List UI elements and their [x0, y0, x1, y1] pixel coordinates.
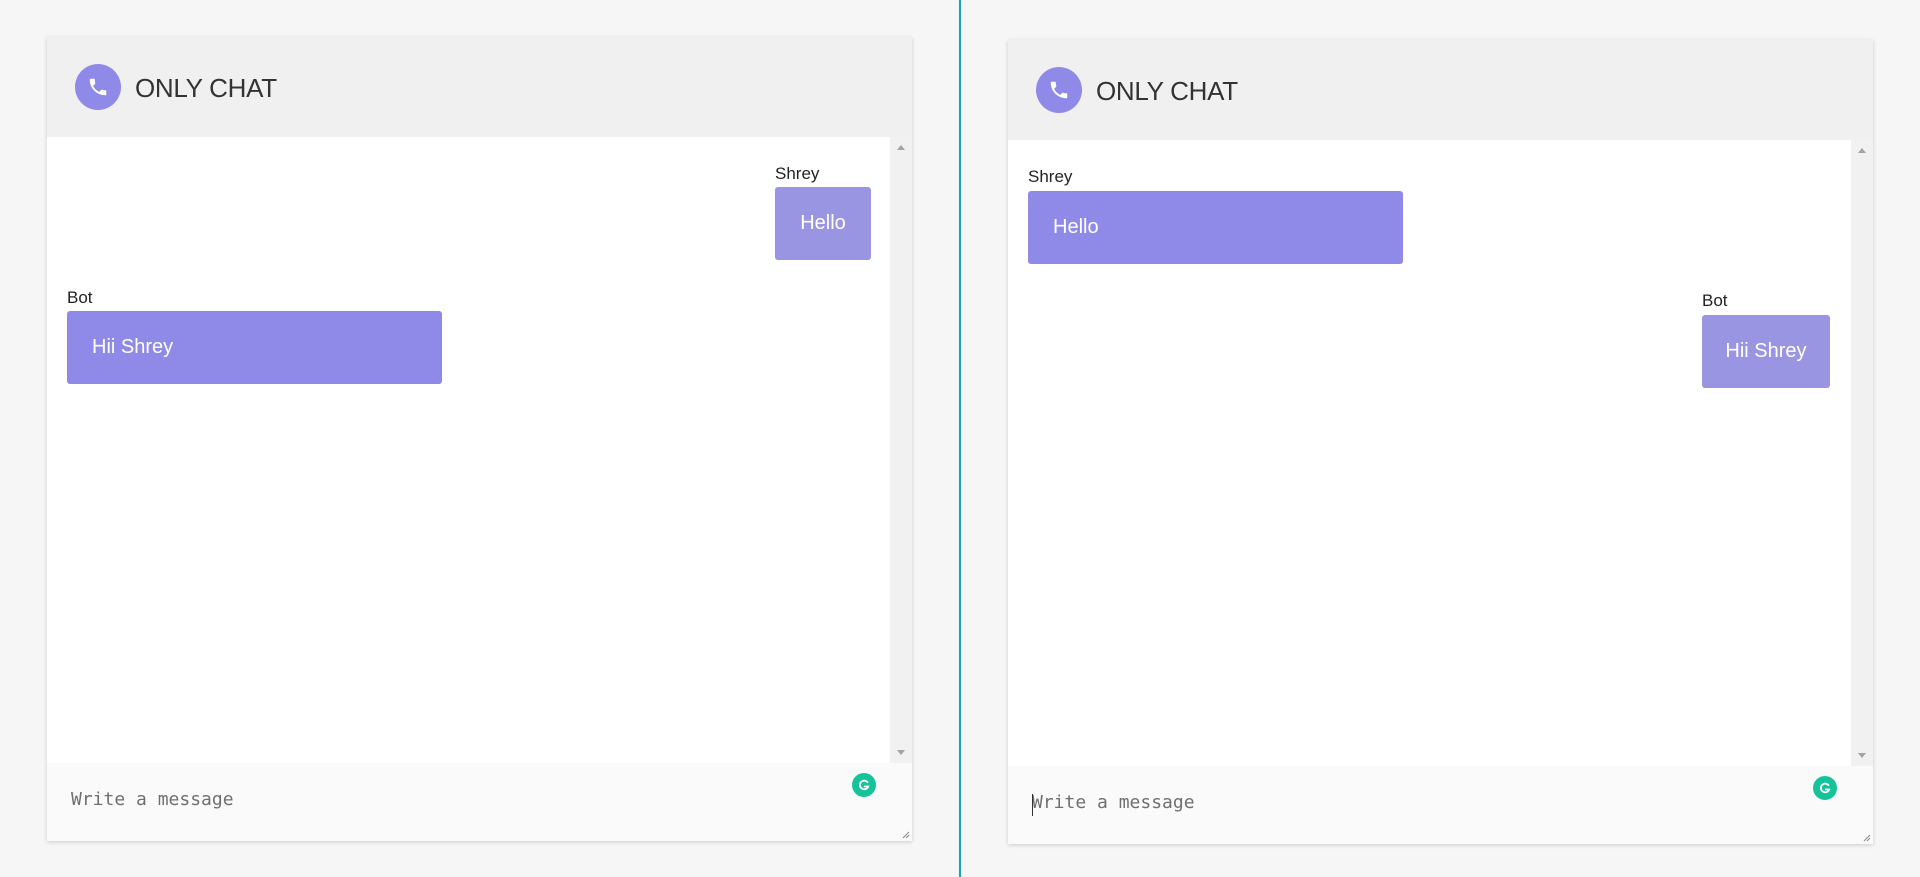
scroll-up-arrow-icon[interactable]: [1858, 148, 1866, 153]
composer: [47, 763, 912, 841]
message-sender: Shrey: [775, 164, 820, 183]
message-bubble: Hii Shrey: [1702, 315, 1830, 388]
message-sender: Bot: [1702, 291, 1728, 310]
message-list[interactable]: Shrey Hello Bot Hii Shrey: [1008, 140, 1851, 766]
text-caret: [1032, 794, 1033, 816]
screen: ONLY CHAT Shrey Hello Bot Hii Shrey Writ…: [0, 0, 1920, 877]
chat-title: ONLY CHAT: [135, 73, 277, 103]
message-input[interactable]: [1008, 766, 1873, 844]
grammarly-icon[interactable]: [852, 773, 876, 797]
phone-icon[interactable]: [75, 64, 121, 110]
chat-window-right: ONLY CHAT Shrey Hello Bot Hii Shrey: [1008, 40, 1873, 844]
chat-header: ONLY CHAT: [1008, 40, 1873, 140]
message-text: Hii Shrey: [1725, 340, 1807, 362]
message-text: Hello: [800, 212, 846, 234]
message-sender: Shrey: [1028, 167, 1073, 186]
message-text: Hii Shrey: [92, 336, 174, 358]
message-sender: Bot: [67, 288, 93, 307]
message-bubble: Hii Shrey: [67, 311, 442, 384]
message-bubble: Hello: [1028, 191, 1403, 264]
scrollbar[interactable]: [890, 137, 912, 763]
window-divider: [959, 0, 961, 877]
phone-icon[interactable]: [1036, 67, 1082, 113]
chat-title: ONLY CHAT: [1096, 76, 1238, 106]
message-text: Hello: [1053, 216, 1099, 238]
message-bubble: Hello: [775, 187, 871, 260]
message-list[interactable]: Shrey Hello Bot Hii Shrey: [47, 137, 890, 763]
scroll-down-arrow-icon[interactable]: [897, 750, 905, 755]
scroll-up-arrow-icon[interactable]: [897, 145, 905, 150]
resize-handle-icon[interactable]: [1861, 832, 1871, 842]
chat-window-left: ONLY CHAT Shrey Hello Bot Hii Shrey: [47, 37, 912, 841]
composer: [1008, 766, 1873, 844]
grammarly-icon[interactable]: [1813, 776, 1837, 800]
message-input[interactable]: [47, 763, 912, 841]
chat-header: ONLY CHAT: [47, 37, 912, 137]
scroll-down-arrow-icon[interactable]: [1858, 753, 1866, 758]
resize-handle-icon[interactable]: [900, 829, 910, 839]
scrollbar[interactable]: [1851, 140, 1873, 766]
